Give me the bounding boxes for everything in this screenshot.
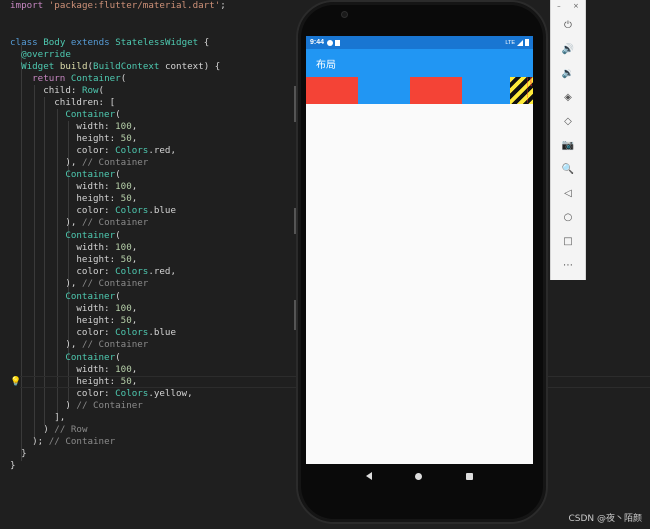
status-right: LTE [505,39,529,46]
network-type: LTE [505,39,515,46]
code-line-37: } [21,448,27,459]
code-line-11: height: 50, [76,133,138,144]
container-red-2 [410,77,462,104]
sd-card-icon [335,39,341,46]
container-red-1 [306,77,358,104]
code-line-25: width: 100, [76,303,138,314]
code-line-29: Container( [65,352,121,363]
overview-icon[interactable]: □ [560,234,576,248]
code-line-7: child: Row( [43,85,105,96]
code-line-8: children: [ [54,97,116,108]
watermark: CSDN @夜丶陌颜 [568,514,642,524]
code-line-13: ), // Container [65,157,149,168]
volume-down-icon[interactable]: 🔉 [560,66,576,80]
code-line-9: Container( [65,109,121,120]
battery-icon [525,39,529,46]
status-bar: 9:44 LTE [306,36,533,49]
code-line-32: color: Colors.yellow, [76,388,193,399]
volume-up-icon[interactable]: 🔊 [560,42,576,56]
phone-screen[interactable]: 9:44 LTE 布局 RIGHT OVERFLOWED BY 20 PIXEL… [306,36,533,464]
overflow-warning-text: RIGHT OVERFLOWED BY 20 PIXELS [527,77,533,103]
code-line-27: color: Colors.blue [76,327,176,338]
close-button[interactable]: × [573,2,579,10]
rotate-right-icon[interactable]: ◇ [560,114,576,128]
code-line-38: } [10,460,16,471]
code-line-5: Widget build(BuildContext context) { [21,61,221,72]
minimize-button[interactable]: – [557,2,561,10]
zoom-icon[interactable]: 🔍 [560,162,576,176]
code-line-22: color: Colors.red, [76,266,177,277]
app-bar: 布局 [306,49,533,77]
code-line-16: height: 50, [76,193,138,204]
code-line-12: color: Colors.red, [76,145,177,156]
front-camera [341,11,348,18]
nav-back-icon[interactable] [365,472,372,480]
android-nav-bar [306,464,533,488]
code-line-26: height: 50, [76,315,138,326]
nav-home-icon[interactable] [415,472,423,480]
row-widget [306,77,514,104]
code-line-1: import 'package:flutter/material.dart'; [10,0,226,11]
home-icon[interactable]: ○ [560,210,576,224]
notification-icon [327,39,334,46]
code-line-30: width: 100, [76,364,138,375]
code-line-34: ], [54,412,66,423]
status-time: 9:44 [310,39,325,46]
code-line-6: return Container( [32,73,127,84]
code-line-4: @override [21,49,71,60]
code-line-15: width: 100, [76,181,138,192]
code-line-14: Container( [65,169,121,180]
toolbar-window-controls: – × [551,0,585,12]
code-line-19: Container( [65,230,121,241]
signal-icon [517,39,523,46]
code-line-28: ), // Container [65,339,149,350]
container-blue-2 [462,77,514,104]
code-line-24: Container( [65,291,121,302]
app-bar-title: 布局 [316,59,336,71]
rotate-left-icon[interactable]: ◈ [560,90,576,104]
code-line-3: class Body extends StatelessWidget { [10,37,210,48]
code-line-10: width: 100, [76,121,138,132]
code-line-36: ); // Container [32,436,116,447]
more-icon[interactable]: ⋯ [560,258,576,272]
nav-recent-icon[interactable] [466,472,474,480]
code-line-35: ) // Row [43,424,88,435]
code-line-21: height: 50, [76,254,138,265]
code-line-31: height: 50, [76,376,138,387]
code-line-18: ), // Container [65,217,149,228]
camera-icon[interactable]: 📷 [560,138,576,152]
power-icon[interactable]: ⏻ [560,18,576,32]
code-line-23: ), // Container [65,278,149,289]
back-icon[interactable]: ◁ [560,186,576,200]
code-line-33: ) // Container [65,400,143,411]
container-blue-1 [358,77,410,104]
code-line-17: color: Colors.blue [76,205,176,216]
code-line-20: width: 100, [76,242,138,253]
